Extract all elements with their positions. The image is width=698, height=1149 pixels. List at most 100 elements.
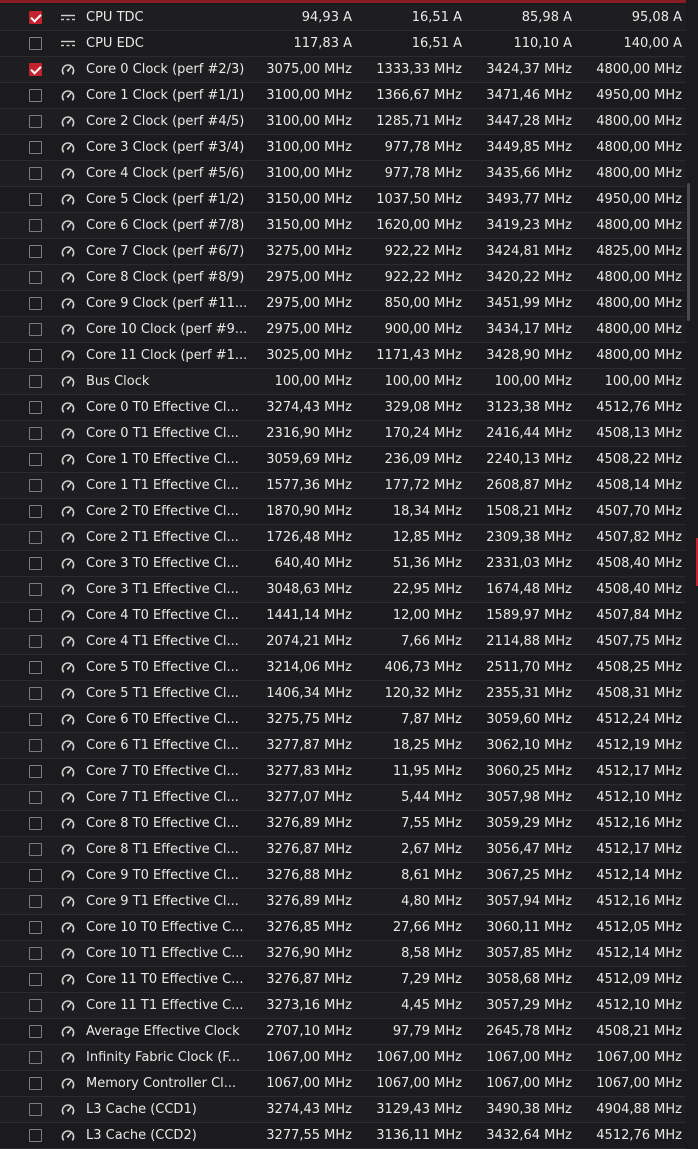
sensor-row[interactable]: Core 3 Clock (perf #3/4) 3100,00 MHz 977,7… bbox=[0, 135, 686, 161]
sensor-row[interactable]: Core 3 T0 Effective Cl... 640,40 MHz 51,36… bbox=[0, 551, 686, 577]
sensor-row[interactable]: Core 5 T0 Effective Cl... 3214,06 MHz 406,… bbox=[0, 655, 686, 681]
sensor-row[interactable]: Core 2 Clock (perf #4/5) 3100,00 MHz 1285,… bbox=[0, 109, 686, 135]
gauge-icon bbox=[60, 400, 76, 416]
sensor-checkbox[interactable] bbox=[29, 869, 42, 882]
sensor-checkbox[interactable] bbox=[29, 921, 42, 934]
sensor-checkbox[interactable] bbox=[29, 661, 42, 674]
sensor-row[interactable]: Core 8 T0 Effective Cl... 3276,89 MHz 7,55… bbox=[0, 811, 686, 837]
sensor-checkbox[interactable] bbox=[29, 531, 42, 544]
sensor-checkbox[interactable] bbox=[29, 973, 42, 986]
sensor-checkbox[interactable] bbox=[29, 141, 42, 154]
sensor-checkbox[interactable] bbox=[29, 167, 42, 180]
sensor-checkbox[interactable] bbox=[29, 947, 42, 960]
sensor-checkbox[interactable] bbox=[29, 843, 42, 856]
sensor-checkbox[interactable] bbox=[29, 375, 42, 388]
sensor-checkbox[interactable] bbox=[29, 635, 42, 648]
sensor-checkbox[interactable] bbox=[29, 583, 42, 596]
sensor-checkbox[interactable] bbox=[29, 557, 42, 570]
sensor-row[interactable]: Core 7 T0 Effective Cl... 3277,83 MHz 11,9… bbox=[0, 759, 686, 785]
sensor-row[interactable]: L3 Cache (CCD2) 3277,55 MHz 3136,11 MHz 343… bbox=[0, 1123, 686, 1149]
sensor-row[interactable]: Core 5 Clock (perf #1/2) 3150,00 MHz 1037,… bbox=[0, 187, 686, 213]
sensor-checkbox[interactable] bbox=[29, 323, 42, 336]
sensor-checkbox[interactable] bbox=[29, 11, 42, 24]
sensor-checkbox[interactable] bbox=[29, 1129, 42, 1142]
sensor-row[interactable]: Core 8 T1 Effective Cl... 3276,87 MHz 2,67… bbox=[0, 837, 686, 863]
sensor-row[interactable]: Core 11 Clock (perf #1... 3025,00 MHz 1171… bbox=[0, 343, 686, 369]
sensor-row[interactable]: Core 0 T1 Effective Cl... 2316,90 MHz 170,… bbox=[0, 421, 686, 447]
sensor-row[interactable]: Core 1 T0 Effective Cl... 3059,69 MHz 236,… bbox=[0, 447, 686, 473]
sensor-row[interactable]: Core 11 T1 Effective C... 3273,16 MHz 4,45… bbox=[0, 993, 686, 1019]
gauge-icon bbox=[60, 530, 76, 546]
sensor-checkbox[interactable] bbox=[29, 89, 42, 102]
sensor-row[interactable]: Core 3 T1 Effective Cl... 3048,63 MHz 22,9… bbox=[0, 577, 686, 603]
sensor-row[interactable]: Core 9 Clock (perf #11... 2975,00 MHz 850,… bbox=[0, 291, 686, 317]
sensor-row[interactable]: Core 7 T1 Effective Cl... 3277,07 MHz 5,44… bbox=[0, 785, 686, 811]
sensor-row[interactable]: L3 Cache (CCD1) 3274,43 MHz 3129,43 MHz 349… bbox=[0, 1097, 686, 1123]
sensor-row[interactable]: CPU TDC 94,93 A 16,51 A 85,98 A 95,08 A bbox=[0, 5, 686, 31]
sensor-checkbox[interactable] bbox=[29, 505, 42, 518]
sensor-row[interactable]: Core 8 Clock (perf #8/9) 2975,00 MHz 922,2… bbox=[0, 265, 686, 291]
sensor-row[interactable]: Core 9 T1 Effective Cl... 3276,89 MHz 4,80… bbox=[0, 889, 686, 915]
sensor-checkbox[interactable] bbox=[29, 349, 42, 362]
sensor-checkbox[interactable] bbox=[29, 297, 42, 310]
sensor-row[interactable]: Bus Clock 100,00 MHz 100,00 MHz 100,00 MHz 1… bbox=[0, 369, 686, 395]
gauge-icon bbox=[60, 244, 76, 260]
sensor-row[interactable]: Core 0 Clock (perf #2/3) 3075,00 MHz 1333,… bbox=[0, 57, 686, 83]
sensor-row[interactable]: Core 6 T0 Effective Cl... 3275,75 MHz 7,87… bbox=[0, 707, 686, 733]
max-value: 4512,17 MHz bbox=[596, 842, 682, 857]
sensor-row[interactable]: Core 6 T1 Effective Cl... 3277,87 MHz 18,2… bbox=[0, 733, 686, 759]
sensor-checkbox[interactable] bbox=[29, 895, 42, 908]
sensor-row[interactable]: Core 0 T0 Effective Cl... 3274,43 MHz 329,… bbox=[0, 395, 686, 421]
sensor-row[interactable]: Core 6 Clock (perf #7/8) 3150,00 MHz 1620,… bbox=[0, 213, 686, 239]
sensor-checkbox[interactable] bbox=[29, 817, 42, 830]
sensor-row[interactable]: Average Effective Clock 2707,10 MHz 97,79 … bbox=[0, 1019, 686, 1045]
sensor-checkbox[interactable] bbox=[29, 609, 42, 622]
sensor-row[interactable]: Core 1 Clock (perf #1/1) 3100,00 MHz 1366,… bbox=[0, 83, 686, 109]
sensor-checkbox[interactable] bbox=[29, 479, 42, 492]
scrollbar-thumb[interactable] bbox=[687, 183, 690, 321]
sensor-checkbox[interactable] bbox=[29, 713, 42, 726]
sensor-row[interactable]: Core 4 Clock (perf #5/6) 3100,00 MHz 977,7… bbox=[0, 161, 686, 187]
sensor-checkbox[interactable] bbox=[29, 1103, 42, 1116]
sensor-row[interactable]: Core 1 T1 Effective Cl... 1577,36 MHz 177,… bbox=[0, 473, 686, 499]
sensor-row[interactable]: Core 10 T1 Effective C... 3276,90 MHz 8,58… bbox=[0, 941, 686, 967]
sensor-row[interactable]: Core 9 T0 Effective Cl... 3276,88 MHz 8,61… bbox=[0, 863, 686, 889]
sensor-checkbox[interactable] bbox=[29, 999, 42, 1012]
sensor-checkbox[interactable] bbox=[29, 791, 42, 804]
sensor-checkbox[interactable] bbox=[29, 193, 42, 206]
sensor-checkbox[interactable] bbox=[29, 401, 42, 414]
max-value: 4800,00 MHz bbox=[596, 348, 682, 363]
sensor-row[interactable]: Core 10 Clock (perf #9... 2975,00 MHz 900,… bbox=[0, 317, 686, 343]
sensor-row[interactable]: Core 5 T1 Effective Cl... 1406,34 MHz 120,… bbox=[0, 681, 686, 707]
sensor-checkbox[interactable] bbox=[29, 739, 42, 752]
sensor-checkbox[interactable] bbox=[29, 1025, 42, 1038]
sensor-row[interactable]: Core 4 T0 Effective Cl... 1441,14 MHz 12,0… bbox=[0, 603, 686, 629]
sensor-row[interactable]: CPU EDC 117,83 A 16,51 A 110,10 A 140,00 A bbox=[0, 31, 686, 57]
current-value: 3150,00 MHz bbox=[266, 218, 352, 233]
sensor-row[interactable]: Core 2 T0 Effective Cl... 1870,90 MHz 18,3… bbox=[0, 499, 686, 525]
sensor-row[interactable]: Core 10 T0 Effective C... 3276,85 MHz 27,6… bbox=[0, 915, 686, 941]
sensor-checkbox[interactable] bbox=[29, 245, 42, 258]
sensor-checkbox[interactable] bbox=[29, 765, 42, 778]
sensor-checkbox[interactable] bbox=[29, 115, 42, 128]
sensor-row[interactable]: Core 2 T1 Effective Cl... 1726,48 MHz 12,8… bbox=[0, 525, 686, 551]
max-value: 4950,00 MHz bbox=[596, 88, 682, 103]
sensor-row[interactable]: Core 7 Clock (perf #6/7) 3275,00 MHz 922,2… bbox=[0, 239, 686, 265]
sensor-checkbox[interactable] bbox=[29, 37, 42, 50]
sensor-checkbox[interactable] bbox=[29, 1077, 42, 1090]
sensor-row[interactable]: Core 4 T1 Effective Cl... 2074,21 MHz 7,66… bbox=[0, 629, 686, 655]
sensor-checkbox[interactable] bbox=[29, 271, 42, 284]
sensor-checkbox[interactable] bbox=[29, 687, 42, 700]
sensor-checkbox[interactable] bbox=[29, 453, 42, 466]
sensor-row[interactable]: Memory Controller Cl... 1067,00 MHz 1067,0… bbox=[0, 1071, 686, 1097]
current-value: 3274,43 MHz bbox=[266, 400, 352, 415]
sensor-checkbox[interactable] bbox=[29, 427, 42, 440]
sensor-checkbox[interactable] bbox=[29, 219, 42, 232]
sensor-checkbox[interactable] bbox=[29, 63, 42, 76]
max-value: 4512,14 MHz bbox=[596, 868, 682, 883]
sensor-row[interactable]: Core 11 T0 Effective C... 3276,87 MHz 7,29… bbox=[0, 967, 686, 993]
max-value: 4800,00 MHz bbox=[596, 114, 682, 129]
sensor-row[interactable]: Infinity Fabric Clock (F... 1067,00 MHz 10… bbox=[0, 1045, 686, 1071]
sensor-checkbox[interactable] bbox=[29, 1051, 42, 1064]
sensor-label: Core 3 T1 Effective Cl... bbox=[86, 582, 239, 597]
